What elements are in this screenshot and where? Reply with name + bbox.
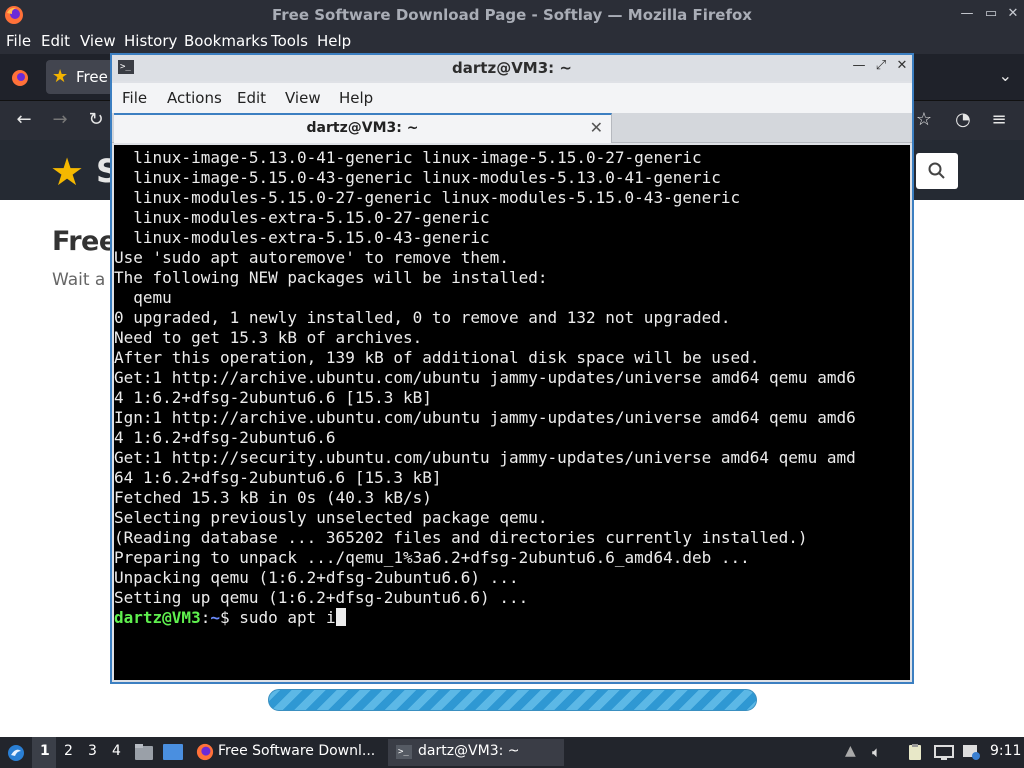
workspace-4-button[interactable]: 4: [112, 743, 121, 759]
menu-view[interactable]: View: [80, 32, 116, 50]
terminal-tabbar: dartz@VM3: ~ ✕: [112, 113, 912, 143]
terminal-close-button[interactable]: ✕: [893, 58, 911, 73]
firefox-icon: [196, 743, 214, 761]
network-icon[interactable]: [934, 743, 954, 761]
prompt-user-host: dartz@VM3: [114, 608, 201, 627]
volume-icon[interactable]: 🔈︎: [872, 743, 890, 761]
terminal-menu-help[interactable]: Help: [339, 89, 373, 107]
menu-help[interactable]: Help: [317, 32, 351, 50]
terminal-line: linux-modules-extra-5.15.0-43-generic: [114, 228, 490, 247]
clock[interactable]: 9:11: [990, 743, 1021, 759]
screenshot-icon[interactable]: [962, 743, 980, 761]
terminal-line: Fetched 15.3 kB in 0s (40.3 kB/s): [114, 488, 432, 507]
taskbar-terminal-task[interactable]: >_ dartz@VM3: ~: [388, 739, 564, 766]
bookmark-star-icon[interactable]: ☆: [912, 109, 936, 130]
minimize-button[interactable]: —: [958, 6, 976, 21]
clipboard-icon[interactable]: [906, 743, 924, 761]
terminal-line: Setting up qemu (1:6.2+dfsg-2ubuntu6.6) …: [114, 588, 529, 607]
maximize-button[interactable]: ▭: [982, 6, 1000, 21]
search-icon: [928, 162, 945, 179]
reload-icon[interactable]: ↻: [84, 109, 108, 130]
star-favicon-icon: ★: [52, 66, 69, 87]
terminal-line: linux-modules-5.15.0-27-generic linux-mo…: [114, 188, 741, 207]
firefox-titlebar: Free Software Download Page - Softlay — …: [0, 0, 1024, 30]
workspace-3-button[interactable]: 3: [88, 743, 97, 759]
menu-file[interactable]: File: [6, 32, 31, 50]
text-cursor: [335, 608, 346, 626]
firefox-menubar: File Edit View History Bookmarks Tools H…: [0, 30, 1024, 54]
terminal-tab-label: dartz@VM3: ~: [306, 120, 419, 136]
start-menu-icon[interactable]: [6, 743, 26, 763]
hamburger-menu-icon[interactable]: ≡: [987, 109, 1011, 130]
list-all-tabs-chevron-icon[interactable]: ⌄: [999, 66, 1012, 85]
back-arrow-icon[interactable]: ←: [12, 109, 36, 130]
terminal-window-title: dartz@VM3: ~: [452, 59, 572, 77]
file-manager-icon[interactable]: [134, 743, 154, 761]
terminal-line: Get:1 http://archive.ubuntu.com/ubuntu j…: [114, 368, 856, 387]
menu-bookmarks[interactable]: Bookmarks: [184, 32, 268, 50]
menu-edit[interactable]: Edit: [41, 32, 70, 50]
menu-history[interactable]: History: [124, 32, 177, 50]
terminal-line: 4 1:6.2+dfsg-2ubuntu6.6 [15.3 kB]: [114, 388, 432, 407]
prompt-path: ~: [210, 608, 220, 627]
taskbar-firefox-task[interactable]: Free Software Downl...: [192, 739, 380, 766]
terminal-line: Get:1 http://security.ubuntu.com/ubuntu …: [114, 448, 856, 467]
window-title: Free Software Download Page - Softlay — …: [272, 6, 752, 24]
terminal-line: Preparing to unpack .../qemu_1%3a6.2+dfs…: [114, 548, 750, 567]
close-button[interactable]: ✕: [1004, 6, 1022, 21]
workspace-2-button[interactable]: 2: [64, 743, 73, 759]
download-progress-bar: [268, 689, 757, 711]
close-tab-icon[interactable]: ✕: [590, 118, 603, 137]
terminal-tab[interactable]: dartz@VM3: ~ ✕: [114, 113, 612, 143]
terminal-line: linux-image-5.13.0-41-generic linux-imag…: [114, 148, 702, 167]
menu-tools[interactable]: Tools: [271, 32, 308, 50]
terminal-menu-view[interactable]: View: [285, 89, 321, 107]
terminal-line: linux-modules-extra-5.15.0-27-generic: [114, 208, 490, 227]
taskbar-firefox-label: Free Software Downl...: [218, 743, 376, 759]
terminal-line: linux-image-5.15.0-43-generic linux-modu…: [114, 168, 721, 187]
terminal-icon: >_: [396, 745, 412, 759]
terminal-line: (Reading database ... 365202 files and d…: [114, 528, 808, 547]
taskbar: 1 2 3 4 Free Software Downl... >_ dartz@…: [0, 737, 1024, 768]
tab-label: Free: [76, 68, 108, 86]
account-icon[interactable]: ◔: [951, 109, 975, 130]
terminal-output[interactable]: linux-image-5.13.0-41-generic linux-imag…: [114, 145, 910, 680]
show-desktop-icon[interactable]: [162, 743, 184, 761]
typed-command: sudo apt i: [239, 608, 336, 627]
terminal-line: Need to get 15.3 kB of archives.: [114, 328, 423, 347]
page-heading: Free: [52, 226, 117, 257]
updates-icon[interactable]: ▲: [845, 743, 863, 761]
terminal-menubar: File Actions Edit View Help: [112, 83, 912, 113]
forward-arrow-icon[interactable]: →: [48, 109, 72, 130]
terminal-line: The following NEW packages will be insta…: [114, 268, 548, 287]
terminal-prompt-line[interactable]: dartz@VM3:~$ sudo apt i: [114, 608, 856, 628]
terminal-line: 64 1:6.2+dfsg-2ubuntu6.6 [15.3 kB]: [114, 468, 442, 487]
terminal-window: >_ dartz@VM3: ~ — ⤢ ✕ File Actions Edit …: [110, 53, 914, 684]
terminal-menu-file[interactable]: File: [122, 89, 147, 107]
terminal-line: 4 1:6.2+dfsg-2ubuntu6.6: [114, 428, 336, 447]
taskbar-terminal-label: dartz@VM3: ~: [418, 743, 520, 759]
prompt-symbol: $: [219, 608, 240, 627]
terminal-line: Selecting previously unselected package …: [114, 508, 548, 527]
prompt-separator: :: [200, 608, 211, 627]
terminal-line: Ign:1 http://archive.ubuntu.com/ubuntu j…: [114, 408, 856, 427]
site-logo-star-icon[interactable]: ★: [50, 150, 84, 194]
terminal-line: Use 'sudo apt autoremove' to remove them…: [114, 248, 509, 267]
workspace-1-button[interactable]: 1: [32, 737, 56, 768]
terminal-line: 0 upgraded, 1 newly installed, 0 to remo…: [114, 308, 731, 327]
terminal-line: qemu: [114, 288, 172, 307]
workspace-1-label: 1: [40, 743, 50, 759]
terminal-menu-edit[interactable]: Edit: [237, 89, 266, 107]
terminal-minimize-button[interactable]: —: [850, 58, 868, 73]
terminal-titlebar: >_ dartz@VM3: ~ — ⤢ ✕: [112, 55, 912, 81]
page-subtext: Wait a r: [52, 270, 118, 290]
terminal-line: Unpacking qemu (1:6.2+dfsg-2ubuntu6.6) .…: [114, 568, 519, 587]
site-search-button[interactable]: [916, 153, 958, 189]
terminal-line: After this operation, 139 kB of addition…: [114, 348, 760, 367]
terminal-lines: linux-image-5.13.0-41-generic linux-imag…: [114, 148, 856, 628]
terminal-menu-actions[interactable]: Actions: [167, 89, 222, 107]
firefox-view-icon[interactable]: [10, 68, 30, 88]
terminal-maximize-button[interactable]: ⤢: [872, 58, 890, 73]
